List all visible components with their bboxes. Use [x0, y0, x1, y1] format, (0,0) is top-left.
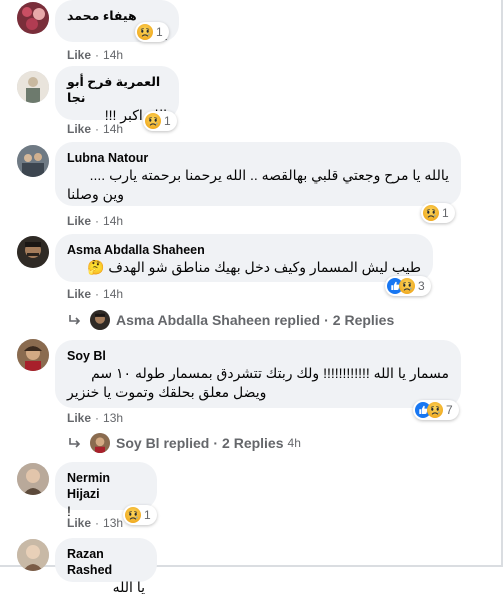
- reaction-count: 1: [144, 508, 151, 522]
- dot-separator: ·: [95, 122, 100, 136]
- comment-time[interactable]: 13h: [103, 411, 123, 425]
- reaction-count: 7: [446, 403, 453, 417]
- avatar[interactable]: [17, 539, 49, 571]
- sad-icon: [137, 24, 153, 40]
- dot-separator: ·: [95, 214, 100, 228]
- comment-bubble: Razan Rashed يا الله: [55, 538, 157, 595]
- avatar[interactable]: [17, 145, 49, 177]
- avatar-image: [17, 145, 49, 177]
- view-replies-link[interactable]: Soy Bl replied · 2 Replies 4h: [68, 433, 301, 453]
- avatar[interactable]: [17, 236, 49, 268]
- comment-text-line: ويضل معلق بحلقك وتموت يا خنزير: [67, 384, 267, 400]
- reply-time: 4h: [287, 436, 301, 450]
- like-button[interactable]: Like: [67, 48, 91, 62]
- sad-icon: [125, 507, 141, 523]
- reply-count: 2 Replies: [222, 435, 284, 451]
- reply-author-text: Soy Bl replied: [116, 435, 210, 451]
- like-button[interactable]: Like: [67, 214, 91, 228]
- dot-separator: ·: [95, 48, 100, 62]
- comment-text-line: مسمار يا الله !!!!!!!!!!!! ولك ربتك تتشر…: [91, 365, 449, 381]
- reaction-summary[interactable]: 7: [413, 400, 459, 420]
- reaction-count: 3: [418, 279, 425, 293]
- dot-separator: ·: [95, 287, 100, 301]
- like-button[interactable]: Like: [67, 411, 91, 425]
- avatar-image: [17, 71, 49, 103]
- like-button[interactable]: Like: [67, 122, 91, 136]
- dot-separator: ·: [324, 312, 329, 328]
- comment-text: يا الله: [112, 579, 145, 595]
- comment-text-line: وين وصلنا: [67, 186, 124, 202]
- reaction-count: 1: [442, 206, 449, 220]
- comment-text: طيب ليش المسمار وكيف دخل بهيك مناطق شو ا…: [87, 259, 421, 275]
- comment-author[interactable]: Nermin Hijazi: [67, 470, 145, 502]
- comment-time[interactable]: 14h: [103, 48, 123, 62]
- avatar[interactable]: [17, 2, 49, 34]
- reply-arrow-icon: [68, 313, 82, 327]
- reaction-summary[interactable]: 1: [135, 22, 169, 42]
- comment-bubble: Nermin Hijazi !: [55, 462, 157, 519]
- comment-author[interactable]: Asma Abdalla Shaheen: [67, 242, 421, 258]
- comment-bubble: Lubna Natour يالله يا مرح وجعتي قلبي بها…: [55, 142, 461, 206]
- avatar[interactable]: [17, 463, 49, 495]
- avatar-image: [17, 339, 49, 371]
- reply-author-text: Asma Abdalla Shaheen replied: [116, 312, 321, 328]
- view-replies-link[interactable]: Asma Abdalla Shaheen replied · 2 Replies: [68, 310, 394, 330]
- reply-avatar: [90, 433, 110, 453]
- comment-time[interactable]: 14h: [103, 287, 123, 301]
- avatar-image: [17, 463, 49, 495]
- like-button[interactable]: Like: [67, 516, 91, 530]
- comment-author[interactable]: Lubna Natour: [67, 150, 449, 166]
- reaction-summary[interactable]: 1: [421, 203, 455, 223]
- reaction-summary[interactable]: 1: [123, 505, 157, 525]
- sad-icon: [423, 205, 439, 221]
- dot-separator: ·: [95, 516, 100, 530]
- comment-meta: Like · 13h: [67, 515, 123, 531]
- comment-author[interactable]: العمرية فرح أبو نجا: [67, 74, 167, 106]
- like-button[interactable]: Like: [67, 287, 91, 301]
- comment-time[interactable]: 14h: [103, 122, 123, 136]
- comment-meta: Like · 14h: [67, 47, 123, 63]
- reply-avatar: [90, 310, 110, 330]
- sad-icon: [427, 402, 443, 418]
- comment-meta: Like · 14h: [67, 286, 123, 302]
- reaction-count: 1: [156, 25, 163, 39]
- sad-icon: [399, 278, 415, 294]
- comment-author[interactable]: Soy Bl: [67, 348, 449, 364]
- reaction-summary[interactable]: 3: [385, 276, 431, 296]
- avatar-image: [17, 539, 49, 571]
- sad-icon: [145, 113, 161, 129]
- comment-time[interactable]: 14h: [103, 214, 123, 228]
- reply-count: 2 Replies: [332, 312, 395, 328]
- avatar-image: [17, 236, 49, 268]
- comment-text-line: يالله يا مرح وجعتي قلبي بهالقصه .. الله …: [89, 167, 449, 183]
- avatar-image: [17, 2, 49, 34]
- comment-author[interactable]: Razan Rashed: [67, 546, 145, 578]
- dot-separator: ·: [95, 411, 100, 425]
- reaction-summary[interactable]: 1: [143, 111, 177, 131]
- comment-bubble: Asma Abdalla Shaheen طيب ليش المسمار وكي…: [55, 234, 433, 282]
- reply-arrow-icon: [68, 436, 82, 450]
- reaction-count: 1: [164, 114, 171, 128]
- avatar[interactable]: [17, 71, 49, 103]
- dot-separator: ·: [213, 435, 219, 451]
- comment-meta: Like · 13h: [67, 410, 123, 426]
- comment-meta: Like · 14h: [67, 213, 123, 229]
- comment-bubble: Soy Bl مسمار يا الله !!!!!!!!!!!! ولك رب…: [55, 340, 461, 408]
- comment-meta: Like · 14h: [67, 121, 123, 137]
- comment-time[interactable]: 13h: [103, 516, 123, 530]
- avatar[interactable]: [17, 339, 49, 371]
